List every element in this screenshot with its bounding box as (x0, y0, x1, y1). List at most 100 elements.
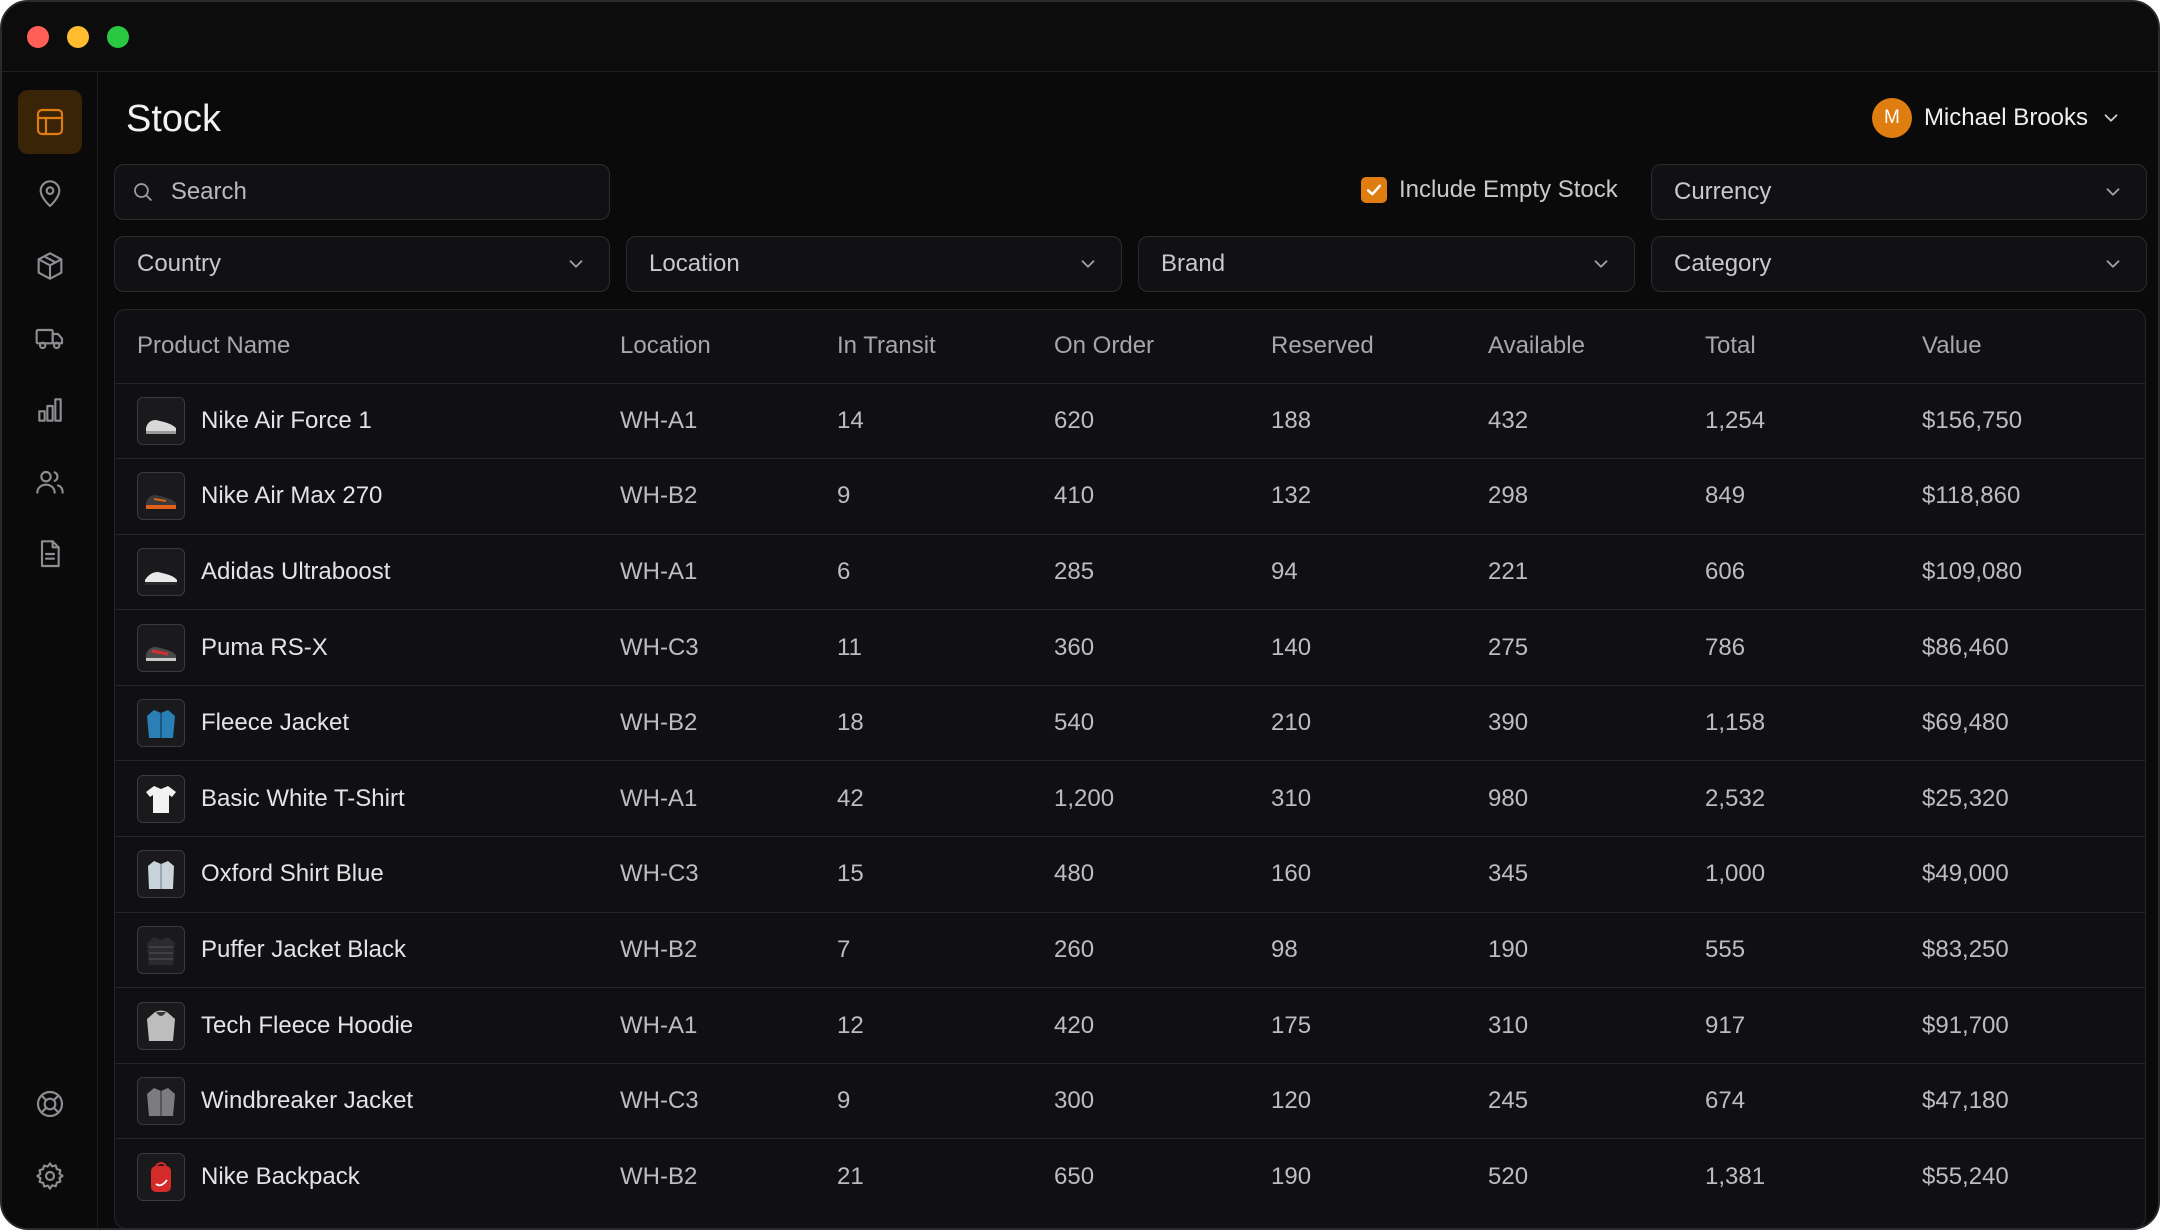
cell-value: $69,480 (1900, 685, 2145, 762)
currency-select-label: Currency (1674, 178, 1772, 205)
cell-in-transit: 15 (815, 836, 1032, 913)
product-name[interactable]: Nike Air Max 270 (201, 482, 382, 510)
cell-reserved: 140 (1249, 609, 1466, 686)
cell-product-name: Nike Air Max 270 (115, 458, 598, 535)
help-lifebuoy-icon (36, 1090, 64, 1118)
cell-product-name: Puffer Jacket Black (115, 912, 598, 989)
zoom-window-button[interactable] (107, 26, 129, 48)
user-name: Michael Brooks (1923, 104, 2088, 131)
sidebar-item-shipments[interactable] (18, 306, 82, 370)
brand-select[interactable]: Brand (1138, 236, 1635, 292)
column-header-total[interactable]: Total (1683, 310, 1900, 384)
sidebar-item-products[interactable] (18, 234, 82, 298)
sidebar-item-settings[interactable] (18, 1144, 82, 1208)
product-name[interactable]: Puffer Jacket Black (201, 936, 406, 964)
column-header-location[interactable]: Location (598, 310, 815, 384)
product-name[interactable]: Fleece Jacket (201, 709, 349, 737)
cell-value: $25,320 (1900, 760, 2145, 838)
cell-product-name: Puma RS-X (115, 609, 598, 686)
cell-location: WH-A1 (598, 383, 815, 460)
column-header-available[interactable]: Available (1466, 310, 1683, 384)
category-select-label: Category (1674, 250, 1772, 277)
cell-value: $83,250 (1900, 912, 2145, 989)
sidebar-item-documents[interactable] (18, 522, 82, 586)
column-header-reserved[interactable]: Reserved (1249, 310, 1466, 384)
column-header-product-name[interactable]: Product Name (115, 310, 598, 384)
product-image-icon (146, 785, 176, 813)
product-thumbnail (137, 774, 185, 823)
product-name[interactable]: Adidas Ultraboost (201, 558, 390, 586)
include-empty-stock-checkbox[interactable] (1361, 177, 1387, 203)
cell-product-name: Basic White T-Shirt (115, 760, 598, 838)
column-header-in-transit[interactable]: In Transit (815, 310, 1032, 384)
sidebar-item-help[interactable] (18, 1072, 82, 1136)
sidebar-item-users[interactable] (18, 450, 82, 514)
table-row[interactable]: Nike Backpack WH-B2 21 650 190 520 1,381 $55,24… (115, 1139, 2145, 1215)
product-name[interactable]: Oxford Shirt Blue (201, 860, 384, 888)
table-row[interactable]: Oxford Shirt Blue WH-C3 15 480 160 345 1,000 $4… (115, 836, 2145, 913)
chevron-down-icon (2104, 114, 2118, 122)
brand-select-label: Brand (1161, 250, 1226, 277)
cell-available: 275 (1466, 609, 1683, 686)
product-thumbnail (137, 850, 185, 899)
category-select[interactable]: Category (1651, 236, 2147, 292)
search-icon (134, 183, 152, 201)
product-name[interactable]: Nike Air Force 1 (201, 407, 372, 435)
table-row[interactable]: Nike Air Force 1 WH-A1 14 620 188 432 1,254 $15… (115, 383, 2145, 460)
product-image-icon (147, 1088, 175, 1117)
truck-icon (35, 328, 64, 350)
cell-reserved: 175 (1249, 987, 1466, 1064)
product-name[interactable]: Tech Fleece Hoodie (201, 1012, 413, 1040)
product-name[interactable]: Windbreaker Jacket (201, 1087, 413, 1115)
location-select[interactable]: Location (626, 236, 1122, 292)
cell-reserved: 210 (1249, 685, 1466, 762)
layout-icon (36, 108, 64, 136)
cell-location: WH-A1 (598, 760, 815, 838)
column-header-value[interactable]: Value (1900, 310, 2145, 384)
table-row[interactable]: Adidas Ultraboost WH-A1 6 285 94 221 606 $109,0… (115, 534, 2145, 611)
table-row[interactable]: Windbreaker Jacket WH-C3 9 300 120 245 674 $47,… (115, 1063, 2145, 1140)
table-row[interactable]: Puffer Jacket Black WH-B2 7 260 98 190 555 $83,… (115, 912, 2145, 989)
table-row[interactable]: Basic White T-Shirt WH-A1 42 1,200 310 980 2,5… (115, 760, 2145, 838)
gear-icon (36, 1162, 64, 1190)
column-header-on-order[interactable]: On Order (1032, 310, 1249, 384)
cell-total: 917 (1683, 987, 1900, 1064)
product-thumbnail (137, 1077, 185, 1126)
product-name[interactable]: Nike Backpack (201, 1163, 360, 1191)
table-row[interactable]: Nike Air Max 270 WH-B2 9 410 132 298 849 $118,8… (115, 458, 2145, 535)
product-thumbnail (137, 396, 185, 445)
sidebar-item-stock[interactable] (18, 90, 82, 154)
country-select[interactable]: Country (114, 236, 610, 292)
product-thumbnail (137, 699, 185, 748)
cell-reserved: 132 (1249, 458, 1466, 535)
currency-select[interactable]: Currency (1651, 164, 2147, 220)
page-title: Stock (126, 98, 222, 140)
table-row[interactable]: Fleece Jacket WH-B2 18 540 210 390 1,158 $69,48… (115, 685, 2145, 762)
cell-on-order: 420 (1032, 987, 1249, 1064)
cell-location: WH-B2 (598, 458, 815, 535)
product-image-icon (146, 646, 176, 661)
cell-location: WH-A1 (598, 987, 815, 1064)
product-name[interactable]: Puma RS-X (201, 634, 328, 662)
search-field[interactable] (114, 164, 610, 220)
cell-location: WH-B2 (598, 912, 815, 989)
cell-product-name: Oxford Shirt Blue (115, 836, 598, 913)
close-window-button[interactable] (27, 26, 49, 48)
chevron-down-icon (1081, 260, 1095, 268)
search-input[interactable] (168, 177, 587, 207)
user-menu[interactable]: M Michael Brooks (1871, 96, 2122, 140)
table-row[interactable]: Tech Fleece Hoodie WH-A1 12 420 175 310 917 $91… (115, 987, 2145, 1064)
chevron-down-icon (1594, 260, 1608, 268)
sidebar-item-reports[interactable] (18, 378, 82, 442)
cell-in-transit: 12 (815, 987, 1032, 1064)
product-thumbnail (137, 623, 185, 672)
cell-location: WH-B2 (620, 1162, 698, 1190)
cell-value: $156,750 (1900, 383, 2145, 460)
sidebar-item-locations[interactable] (18, 162, 82, 226)
product-name[interactable]: Basic White T-Shirt (201, 785, 405, 813)
minimize-window-button[interactable] (67, 26, 89, 48)
table-row[interactable]: Puma RS-X WH-C3 11 360 140 275 786 $86,460 (115, 609, 2145, 686)
include-empty-stock-toggle[interactable]: Include Empty Stock (1361, 176, 1618, 204)
cell-total: 1,381 (1705, 1162, 1766, 1190)
cell-total: 606 (1683, 534, 1900, 611)
